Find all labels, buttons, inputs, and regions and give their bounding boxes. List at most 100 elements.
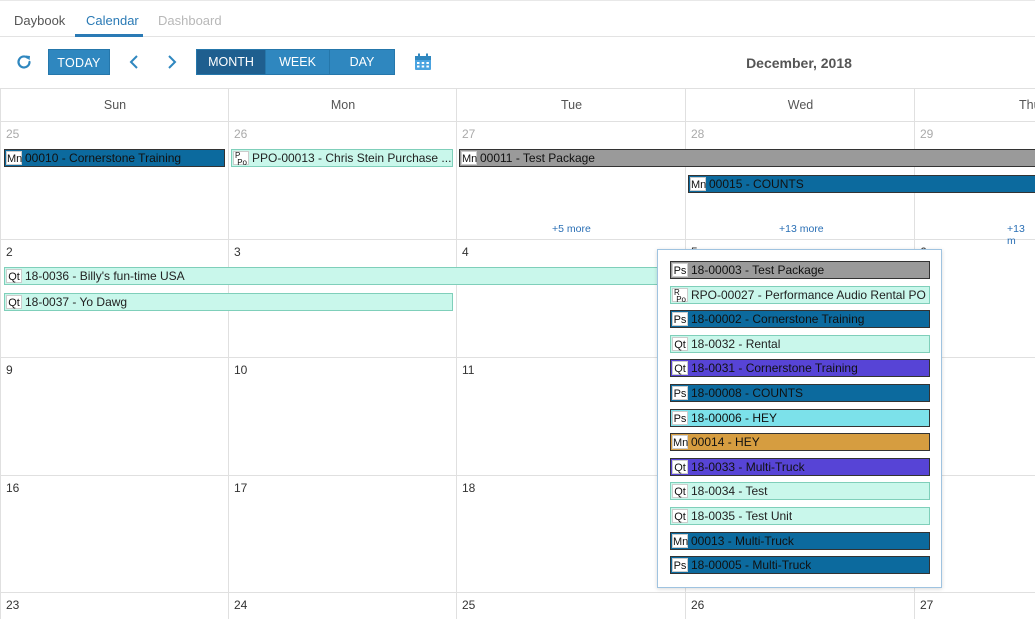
- weekday-header-mon: Mon: [228, 88, 457, 122]
- popover-event[interactable]: Mn 00013 - Multi-Truck: [670, 532, 930, 550]
- calendar-icon[interactable]: [413, 52, 433, 72]
- chevron-right-icon[interactable]: [164, 53, 180, 71]
- event-title: 18-00008 - COUNTS: [691, 386, 804, 400]
- day-number[interactable]: 25: [6, 127, 19, 141]
- event-title: RPO-00027 - Performance Audio Rental PO: [691, 288, 926, 302]
- day-number[interactable]: 18: [462, 481, 475, 495]
- week-view-button[interactable]: WEEK: [265, 50, 329, 74]
- day-number[interactable]: 3: [234, 245, 241, 259]
- more-events-popover: Ps 18-00003 - Test Package R Po RPO-0002…: [657, 249, 942, 588]
- popover-event[interactable]: Ps 18-00002 - Cornerstone Training: [670, 310, 930, 328]
- event-title: 18-0037 - Yo Dawg: [25, 295, 128, 309]
- day-view-button[interactable]: DAY: [329, 50, 394, 74]
- event-type-badge: Mn: [690, 177, 707, 191]
- event-type-badge: Ps: [672, 386, 688, 400]
- calendar-event[interactable]: Qt 18-0036 - Billy's fun-time USA: [4, 267, 664, 285]
- event-type-badge: Qt: [6, 295, 22, 309]
- weekday-header-tue: Tue: [456, 88, 686, 122]
- popover-event[interactable]: Ps 18-00003 - Test Package: [670, 261, 930, 279]
- event-type-badge: Qt: [672, 484, 688, 498]
- event-type-badge: P Po: [233, 151, 249, 167]
- event-type-badge: Ps: [672, 263, 688, 277]
- calendar-event[interactable]: Mn 00011 - Test Package: [459, 149, 1035, 167]
- popover-event[interactable]: Qt 18-0034 - Test: [670, 482, 930, 500]
- calendar-event[interactable]: P Po PPO-00013 - Chris Stein Purchase ..…: [231, 149, 453, 167]
- more-events-link[interactable]: +13 m: [1007, 223, 1035, 247]
- event-title: 00011 - Test Package: [480, 151, 595, 165]
- top-nav: Daybook Calendar Dashboard: [0, 0, 1035, 37]
- chevron-left-icon[interactable]: [126, 53, 142, 71]
- active-tab-indicator: [75, 34, 143, 37]
- tab-calendar[interactable]: Calendar: [86, 13, 139, 28]
- event-title: 18-0032 - Rental: [691, 337, 781, 351]
- day-number[interactable]: 10: [234, 363, 247, 377]
- day-number[interactable]: 2: [6, 245, 13, 259]
- event-type-badge: Mn: [672, 435, 689, 449]
- event-title: 18-00006 - HEY: [691, 411, 778, 425]
- tab-daybook[interactable]: Daybook: [14, 13, 65, 28]
- event-type-badge: Qt: [672, 337, 688, 351]
- weekday-header-sun: Sun: [0, 88, 229, 122]
- calendar-event[interactable]: Mn 00010 - Cornerstone Training: [4, 149, 225, 167]
- day-number[interactable]: 9: [6, 363, 13, 377]
- more-events-link[interactable]: +13 more: [779, 223, 824, 235]
- event-type-badge: Mn: [672, 534, 689, 548]
- event-title: 18-00002 - Cornerstone Training: [691, 312, 865, 326]
- event-title: 18-0034 - Test: [691, 484, 768, 498]
- popover-event[interactable]: Qt 18-0032 - Rental: [670, 335, 930, 353]
- grid-line: [0, 122, 1, 619]
- grid-line: [0, 239, 1035, 240]
- event-type-badge: Mn: [461, 151, 478, 165]
- grid-line: [0, 592, 1035, 593]
- popover-event[interactable]: Mn 00014 - HEY: [670, 433, 930, 451]
- tab-dashboard[interactable]: Dashboard: [158, 13, 222, 28]
- day-number[interactable]: 27: [462, 127, 475, 141]
- event-type-badge: R Po: [672, 288, 688, 304]
- grid-line: [228, 122, 229, 619]
- event-type-badge: Qt: [672, 361, 688, 375]
- day-number[interactable]: 24: [234, 598, 247, 612]
- grid-line: [456, 122, 457, 619]
- event-title: PPO-00013 - Chris Stein Purchase ...: [252, 151, 452, 165]
- event-type-badge: Mn: [6, 151, 23, 165]
- event-type-badge: Ps: [672, 558, 688, 572]
- day-number[interactable]: 4: [462, 245, 469, 259]
- today-button[interactable]: TODAY: [48, 49, 110, 75]
- more-events-link[interactable]: +5 more: [552, 223, 591, 235]
- popover-event[interactable]: Qt 18-0035 - Test Unit: [670, 507, 930, 525]
- day-number[interactable]: 23: [6, 598, 19, 612]
- event-title: 00013 - Multi-Truck: [691, 534, 794, 548]
- popover-event[interactable]: Ps 18-00006 - HEY: [670, 409, 930, 427]
- day-number[interactable]: 26: [234, 127, 247, 141]
- day-number[interactable]: 11: [462, 363, 474, 377]
- calendar-event[interactable]: Qt 18-0037 - Yo Dawg: [4, 293, 453, 311]
- calendar-event[interactable]: Mn 00015 - COUNTS: [688, 175, 1035, 193]
- day-number[interactable]: 29: [920, 127, 933, 141]
- day-number[interactable]: 28: [691, 127, 704, 141]
- event-type-badge: Ps: [672, 411, 688, 425]
- event-title: 18-00003 - Test Package: [691, 263, 825, 277]
- period-title: December, 2018: [746, 55, 852, 71]
- popover-event[interactable]: Qt 18-0031 - Cornerstone Training: [670, 359, 930, 377]
- popover-event[interactable]: Qt 18-0033 - Multi-Truck: [670, 458, 930, 476]
- weekday-header-thu: Thu: [914, 88, 1035, 122]
- day-number[interactable]: 26: [691, 598, 704, 612]
- event-type-badge: Qt: [672, 460, 688, 474]
- event-title: 00010 - Cornerstone Training: [25, 151, 182, 165]
- month-view-button[interactable]: MONTH: [197, 50, 265, 74]
- popover-event[interactable]: Ps 18-00008 - COUNTS: [670, 384, 930, 402]
- day-number[interactable]: 16: [6, 481, 19, 495]
- event-type-badge: Ps: [672, 312, 688, 326]
- event-title: 18-0031 - Cornerstone Training: [691, 361, 858, 375]
- refresh-icon[interactable]: [14, 52, 34, 72]
- day-number[interactable]: 17: [234, 481, 247, 495]
- view-switcher: MONTH WEEK DAY: [196, 49, 395, 75]
- day-number[interactable]: 27: [920, 598, 933, 612]
- event-type-badge: Qt: [672, 509, 688, 523]
- popover-event[interactable]: R Po RPO-00027 - Performance Audio Renta…: [670, 286, 930, 304]
- day-number[interactable]: 25: [462, 598, 475, 612]
- popover-event[interactable]: Ps 18-00005 - Multi-Truck: [670, 556, 930, 574]
- event-title: 18-0036 - Billy's fun-time USA: [25, 269, 185, 283]
- event-type-badge: Qt: [6, 269, 22, 283]
- event-title: 00014 - HEY: [691, 435, 760, 449]
